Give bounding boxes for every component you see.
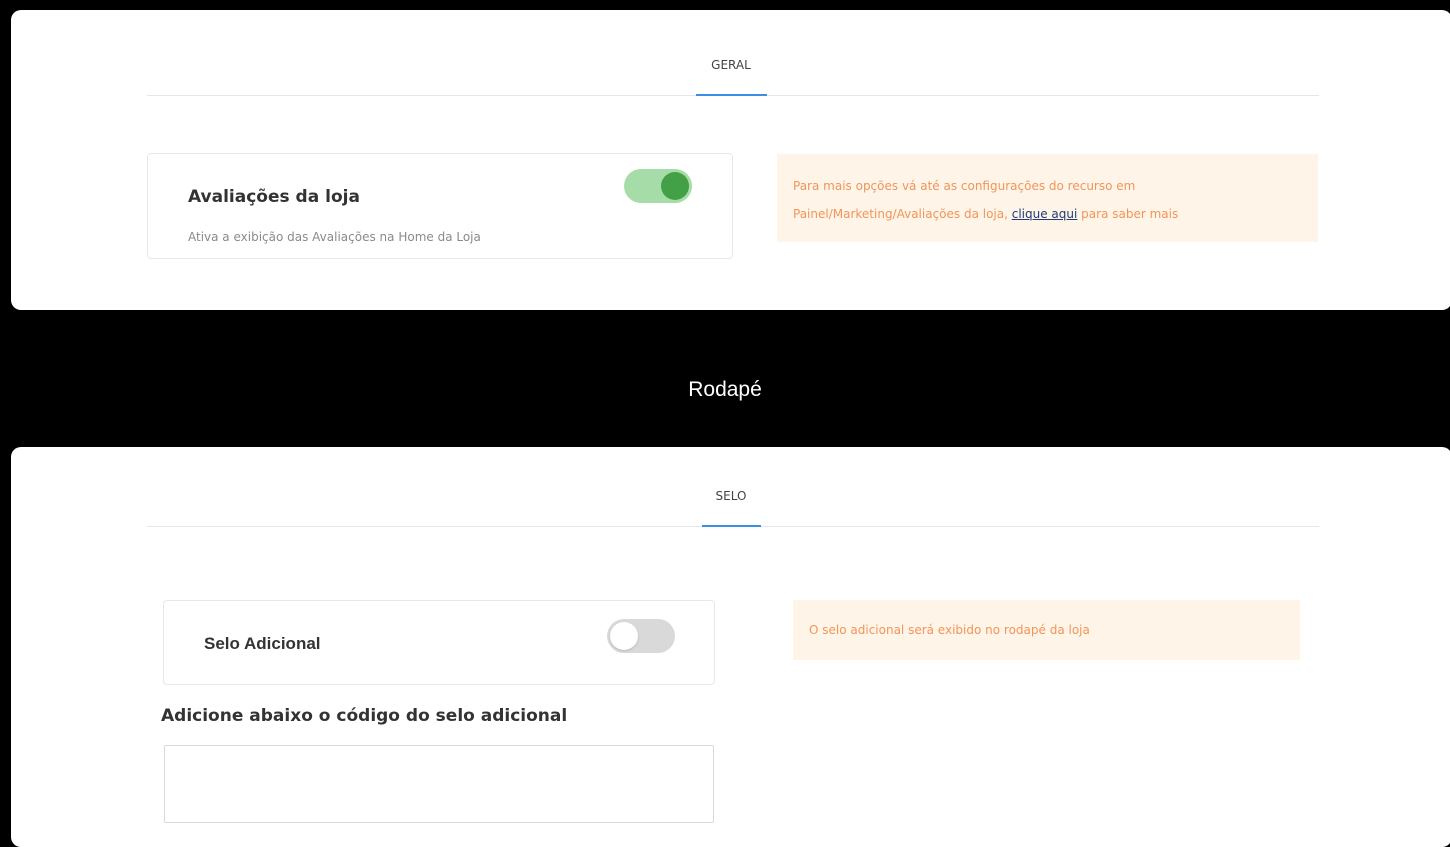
note-line-2-prefix: Painel/Marketing/Avaliações da loja, [793,207,1012,221]
store-reviews-info-note: Para mais opções vá até as configurações… [777,154,1318,242]
additional-seal-toggle[interactable] [607,619,675,653]
tab-geral-active-indicator [696,94,767,96]
additional-seal-card: Selo Adicional [163,600,715,685]
tab-selo[interactable]: SELO [702,489,760,503]
learn-more-link[interactable]: clique aqui [1012,207,1078,221]
seal-code-input[interactable] [164,745,714,823]
note-line-2: Painel/Marketing/Avaliações da loja, cli… [793,200,1302,228]
seal-code-label: Adicione abaixo o código do selo adicion… [161,706,568,726]
footer-section-heading: Rodapé [688,378,762,401]
store-reviews-title: Avaliações da loja [188,187,360,207]
note-line-1: Para mais opções vá até as configurações… [793,179,1136,193]
note-line-2-suffix: para saber mais [1077,207,1179,221]
tab-selo-active-indicator [702,525,761,527]
store-reviews-description: Ativa a exibição das Avaliações na Home … [188,230,481,244]
store-reviews-toggle[interactable] [624,169,692,203]
general-settings-panel: GERAL Avaliações da loja Ativa a exibiçã… [11,10,1450,310]
footer-settings-panel: SELO Selo Adicional O selo adicional ser… [11,447,1450,847]
tab-geral[interactable]: GERAL [695,58,767,72]
toggle-knob [661,172,689,200]
toggle-knob [610,622,638,650]
additional-seal-info-note: O selo adicional será exibido no rodapé … [793,600,1300,660]
additional-seal-title: Selo Adicional [204,634,321,653]
store-reviews-card: Avaliações da loja Ativa a exibição das … [147,153,733,259]
